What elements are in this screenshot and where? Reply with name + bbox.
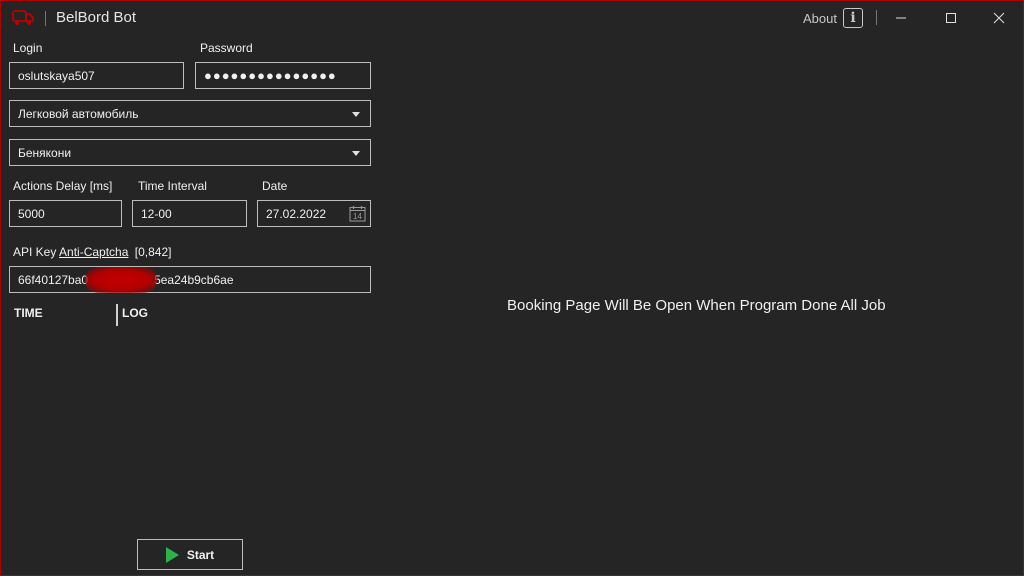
minimize-icon	[896, 17, 906, 19]
log-column-divider[interactable]	[116, 304, 118, 326]
start-label: Start	[186, 547, 215, 562]
interval-input[interactable]: 12-00	[132, 200, 247, 227]
log-column-time: TIME	[14, 306, 43, 320]
titlebar-separator	[876, 10, 877, 25]
about-label: About	[803, 10, 837, 26]
anti-captcha-link[interactable]: Anti-Captcha	[59, 245, 128, 259]
booking-message: Booking Page Will Be Open When Program D…	[507, 297, 886, 314]
delay-label: Actions Delay [ms]	[13, 179, 113, 193]
date-picker[interactable]: 27.02.2022 14	[257, 200, 371, 227]
checkpoint-value: Бенякони	[18, 145, 72, 160]
api-key-label-row: API Key Anti-Captcha [0,842]	[13, 245, 171, 259]
login-field[interactable]: oslutskaya507	[9, 62, 184, 89]
api-key-value-end: 5ea24b9cb6ae	[154, 272, 234, 287]
log-column-log: LOG	[122, 306, 148, 320]
title-separator	[45, 11, 46, 26]
password-label: Password	[200, 41, 253, 55]
info-icon: i	[842, 8, 863, 28]
password-field[interactable]: ●●●●●●●●●●●●●●●	[195, 62, 371, 89]
interval-value: 12-00	[141, 206, 172, 221]
api-key-balance: [0,842]	[134, 245, 172, 259]
title-bar[interactable]: BelBord Bot About i	[1, 1, 1023, 35]
redaction-mark	[85, 267, 157, 293]
delay-input[interactable]: 5000	[9, 200, 122, 227]
app-title: BelBord Bot	[56, 9, 137, 26]
maximize-button[interactable]	[928, 1, 974, 35]
api-key-value-start: 66f40127ba0	[18, 272, 89, 287]
api-key-label: API Key	[13, 245, 57, 259]
play-icon	[165, 546, 179, 563]
vehicle-type-value: Легковой автомобиль	[18, 106, 139, 121]
interval-label: Time Interval	[138, 179, 207, 193]
login-value: oslutskaya507	[18, 68, 95, 83]
date-label: Date	[262, 179, 288, 193]
password-value: ●●●●●●●●●●●●●●●	[204, 68, 337, 83]
close-button[interactable]	[976, 1, 1022, 35]
date-value: 27.02.2022	[266, 206, 327, 221]
delay-value: 5000	[18, 206, 45, 221]
log-list	[9, 329, 371, 529]
close-icon	[993, 12, 1005, 24]
login-label: Login	[13, 41, 43, 55]
chevron-down-icon	[352, 112, 360, 117]
start-button[interactable]: Start	[137, 539, 243, 570]
calendar-day: 14	[353, 212, 362, 221]
calendar-icon[interactable]: 14	[349, 205, 366, 222]
app-window: BelBord Bot About i Login oslutskaya507 …	[0, 0, 1024, 576]
checkpoint-select[interactable]: Бенякони	[9, 139, 371, 166]
truck-logo-icon	[12, 10, 34, 25]
minimize-button[interactable]	[878, 1, 924, 35]
vehicle-type-select[interactable]: Легковой автомобиль	[9, 100, 371, 127]
maximize-icon	[946, 13, 956, 23]
api-key-input[interactable]: 66f40127ba0 5ea24b9cb6ae	[9, 266, 371, 293]
chevron-down-icon	[352, 151, 360, 156]
about-button[interactable]: About i	[803, 7, 863, 29]
